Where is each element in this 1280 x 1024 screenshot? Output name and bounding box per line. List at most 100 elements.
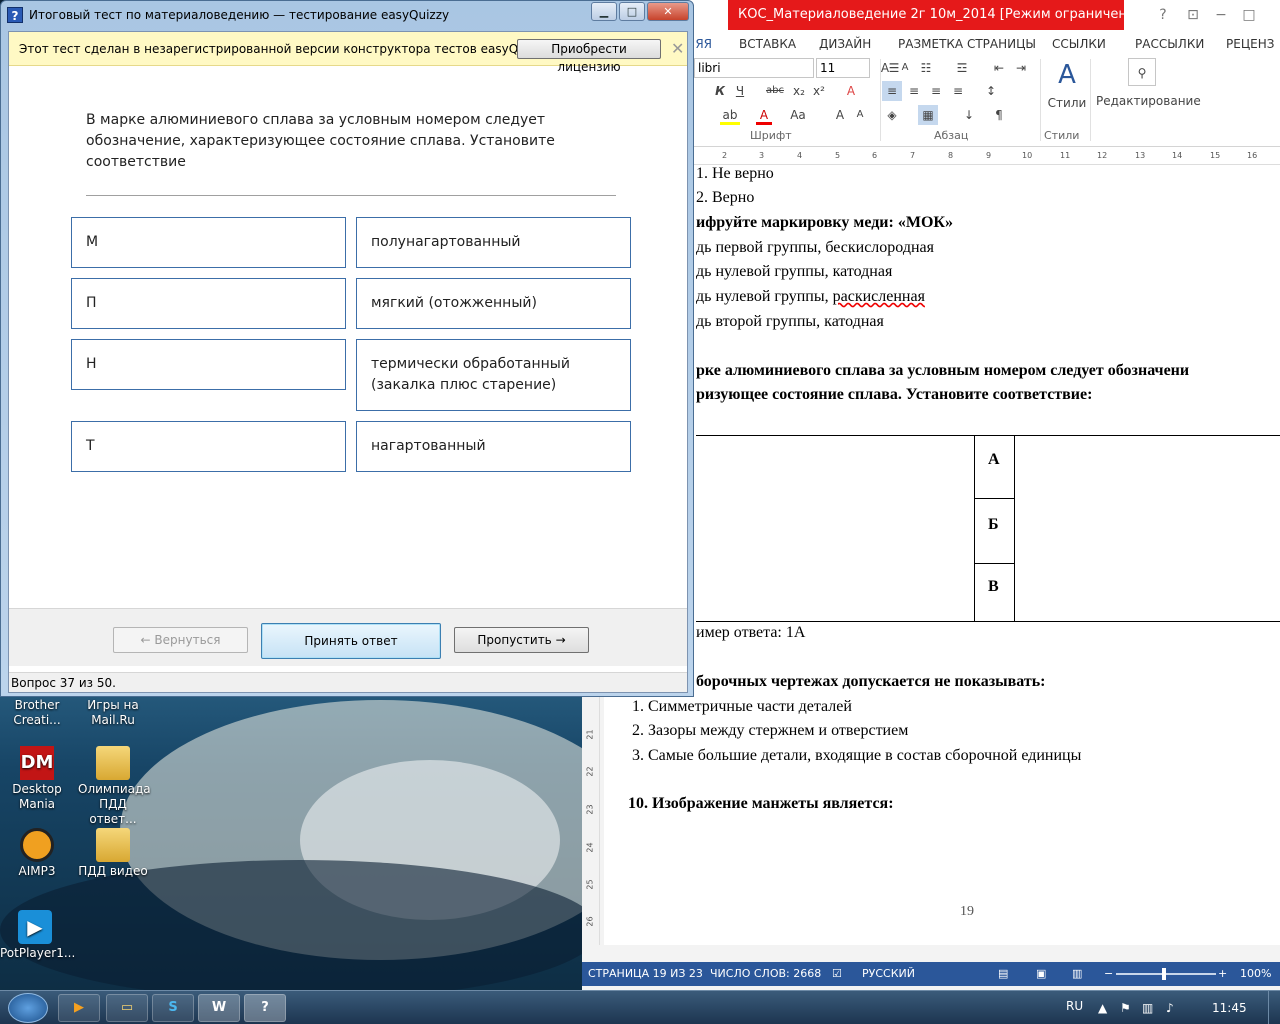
- desktop-icon-desktop-mania[interactable]: DM Desktop Mania: [2, 746, 72, 812]
- minimize-icon[interactable]: −: [1208, 4, 1234, 26]
- tab-references[interactable]: ССЫЛКИ: [1052, 33, 1106, 55]
- accept-answer-button[interactable]: Принять ответ: [261, 623, 441, 659]
- shrink-icon[interactable]: A: [852, 105, 868, 125]
- back-button[interactable]: ← Вернуться: [113, 627, 248, 653]
- italic-icon[interactable]: К: [712, 81, 728, 101]
- decrease-indent-icon[interactable]: ⇤: [990, 58, 1008, 78]
- font-name-combo[interactable]: libri: [694, 58, 814, 78]
- document-page[interactable]: 1. Не верно 2. Верно ифруйте маркировку …: [604, 165, 1280, 945]
- quiz-window: ? Итоговый тест по материаловедению — те…: [0, 0, 694, 697]
- clear-format-icon[interactable]: A: [842, 81, 860, 101]
- justify-icon[interactable]: ≡: [948, 81, 968, 101]
- show-marks-icon[interactable]: ¶: [990, 105, 1008, 125]
- increase-indent-icon[interactable]: ⇥: [1012, 58, 1030, 78]
- change-case-icon[interactable]: Aa: [786, 105, 810, 125]
- buy-license-button[interactable]: Приобрести лицензию: [517, 39, 661, 74]
- multilevel-list-icon[interactable]: ☲: [952, 58, 972, 78]
- match-left-item[interactable]: Т: [71, 421, 346, 472]
- grow-icon[interactable]: A: [832, 105, 848, 125]
- show-desktop-button[interactable]: [1268, 991, 1280, 1024]
- proofing-icon[interactable]: ☑: [832, 962, 842, 986]
- bullets-icon[interactable]: ☰: [884, 58, 904, 78]
- quiz-title: Итоговый тест по материаловедению — тест…: [29, 8, 450, 22]
- match-right-item[interactable]: полунагартованный: [356, 217, 631, 268]
- folder-icon: [96, 746, 130, 780]
- desktop-icon-olympiad[interactable]: Олимпиада ПДД ответ...: [78, 746, 151, 827]
- print-layout-icon[interactable]: ▣: [1036, 962, 1046, 986]
- word-statusbar: СТРАНИЦА 19 ИЗ 23 ЧИСЛО СЛОВ: 2668 ☑ РУС…: [582, 962, 1280, 986]
- match-left-item[interactable]: М: [71, 217, 346, 268]
- flag-icon[interactable]: ⚑: [1120, 991, 1131, 1024]
- zoom-in-icon[interactable]: +: [1218, 962, 1227, 986]
- question-text: В марке алюминиевого сплава за условным …: [86, 112, 555, 170]
- close-icon[interactable]: ✕: [647, 2, 689, 21]
- desktop-icon-games[interactable]: Игры на Mail.Ru: [78, 698, 148, 728]
- tab-design[interactable]: ДИЗАЙН: [819, 33, 871, 55]
- skip-button[interactable]: Пропустить →: [454, 627, 589, 653]
- explorer-icon[interactable]: ▭: [106, 994, 148, 1022]
- match-left-item[interactable]: Н: [71, 339, 346, 390]
- match-right-item[interactable]: термически обработанный (закалка плюс ст…: [356, 339, 631, 411]
- tab-mailings[interactable]: РАССЫЛКИ: [1135, 33, 1204, 55]
- desktop-icon-pdd-video[interactable]: ПДД видео: [78, 828, 148, 879]
- tray-arrow-icon[interactable]: ▲: [1098, 991, 1107, 1024]
- zoom-level[interactable]: 100%: [1240, 962, 1271, 986]
- volume-icon[interactable]: ♪: [1166, 991, 1174, 1024]
- read-mode-icon[interactable]: ▤: [998, 962, 1008, 986]
- help-icon[interactable]: ?: [1150, 4, 1176, 26]
- tab-layout[interactable]: РАЗМЕТКА СТРАНИЦЫ: [898, 33, 1036, 55]
- underline-icon[interactable]: Ч: [732, 81, 748, 101]
- web-layout-icon[interactable]: ▥: [1072, 962, 1082, 986]
- desktop-icon-brother[interactable]: Brother Creati...: [2, 698, 72, 728]
- match-right-item[interactable]: нагартованный: [356, 421, 631, 472]
- easyquizzy-icon[interactable]: ?: [244, 994, 286, 1022]
- line-spacing-icon[interactable]: ↕: [980, 81, 1002, 101]
- clock[interactable]: 11:45: [1212, 991, 1247, 1024]
- word-count[interactable]: ЧИСЛО СЛОВ: 2668: [710, 962, 821, 986]
- numbering-icon[interactable]: ☷: [916, 58, 936, 78]
- unregistered-banner: Этот тест сделан в незарегистрированной …: [9, 32, 687, 74]
- maximize-icon[interactable]: □: [619, 2, 645, 21]
- align-center-icon[interactable]: ≡: [904, 81, 924, 101]
- editing-button[interactable]: Редактирование: [1096, 91, 1201, 111]
- word-icon[interactable]: W: [198, 994, 240, 1022]
- network-icon[interactable]: ▥: [1142, 991, 1153, 1024]
- tab-home[interactable]: ЯЯ: [694, 33, 712, 55]
- ribbon-display-icon[interactable]: ⊡: [1180, 4, 1206, 26]
- shading-icon[interactable]: ◈: [882, 105, 902, 125]
- skype-icon[interactable]: S: [152, 994, 194, 1022]
- styles-icon[interactable]: A: [1052, 58, 1082, 92]
- doc-line: 10. Изображение манжеты является:: [628, 795, 894, 812]
- close-banner-icon[interactable]: ✕: [671, 32, 684, 66]
- font-size-combo[interactable]: 11: [816, 58, 870, 78]
- font-color-icon[interactable]: A: [756, 105, 772, 125]
- zoom-out-icon[interactable]: −: [1104, 962, 1113, 986]
- superscript-icon[interactable]: x²: [810, 81, 828, 101]
- minimize-icon[interactable]: ▁: [591, 2, 617, 21]
- zoom-slider-thumb[interactable]: [1162, 968, 1166, 980]
- zoom-slider[interactable]: [1116, 973, 1216, 975]
- strikethrough-icon[interactable]: abc: [764, 81, 786, 101]
- language-indicator[interactable]: RU: [1066, 991, 1083, 1021]
- align-right-icon[interactable]: ≡: [926, 81, 946, 101]
- subscript-icon[interactable]: x₂: [790, 81, 808, 101]
- borders-icon[interactable]: ▦: [918, 105, 938, 125]
- media-player-icon[interactable]: ▶: [58, 994, 100, 1022]
- binoculars-icon[interactable]: ⚲: [1128, 58, 1156, 86]
- tab-insert[interactable]: ВСТАВКА: [739, 33, 796, 55]
- desktop-icon-potplayer[interactable]: ▶ PotPlayer1...: [0, 910, 75, 961]
- sort-icon[interactable]: ↓: [960, 105, 978, 125]
- highlight-icon[interactable]: ab: [720, 105, 740, 125]
- table-cell: А: [988, 451, 1000, 468]
- styles-button[interactable]: Стили: [1046, 93, 1088, 113]
- match-left-item[interactable]: П: [71, 278, 346, 329]
- tab-review[interactable]: РЕЦЕНЗ: [1226, 33, 1274, 55]
- page-count[interactable]: СТРАНИЦА 19 ИЗ 23: [588, 962, 703, 986]
- start-button[interactable]: [8, 993, 48, 1023]
- maximize-icon[interactable]: □: [1236, 4, 1262, 26]
- app-icon: ?: [7, 7, 23, 23]
- desktop-icon-aimp[interactable]: AIMP3: [2, 828, 72, 879]
- match-right-item[interactable]: мягкий (отожженный): [356, 278, 631, 329]
- language[interactable]: РУССКИЙ: [862, 962, 915, 986]
- align-left-icon[interactable]: ≡: [882, 81, 902, 101]
